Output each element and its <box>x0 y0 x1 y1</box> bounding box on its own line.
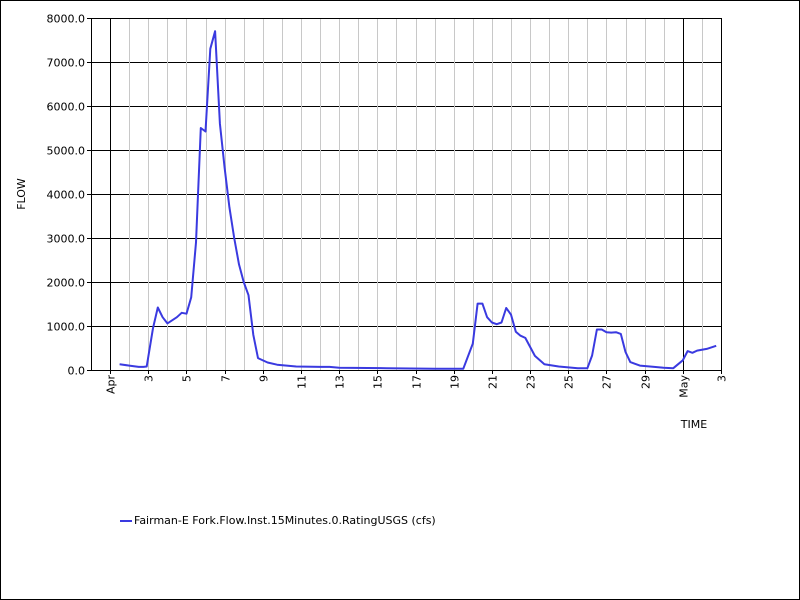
x-tick-label: 3 <box>716 375 729 382</box>
flow-line-chart: 0.0 1000.0 2000.0 3000.0 4000.0 5000.0 6000.0 7… <box>15 13 729 432</box>
x-tick-label: 7 <box>220 375 233 382</box>
y-tick-label: 0.0 <box>68 365 86 378</box>
y-tick-label: 3000.0 <box>47 233 86 246</box>
y-tick-label: 4000.0 <box>47 189 86 202</box>
y-axis-ticks: 0.0 1000.0 2000.0 3000.0 4000.0 5000.0 6000.0 7… <box>47 13 91 378</box>
x-tick-label: 17 <box>411 375 424 389</box>
x-axis-ticks: Apr 3 5 7 9 11 13 15 17 19 21 23 25 27 29 May 3 <box>105 370 729 398</box>
x-tick-label: 11 <box>296 375 309 389</box>
legend: Fairman-E Fork.Flow.Inst.15Minutes.0.Rat… <box>120 514 436 527</box>
x-tick-label: 29 <box>640 375 653 389</box>
y-tick-label: 5000.0 <box>47 145 86 158</box>
y-tick-label: 1000.0 <box>47 321 86 334</box>
y-axis-title: FLOW <box>15 178 28 210</box>
x-tick-label: Apr <box>105 375 118 395</box>
x-tick-label: 9 <box>258 375 271 382</box>
y-tick-label: 6000.0 <box>47 101 86 114</box>
x-axis-title: TIME <box>680 418 707 431</box>
y-tick-label: 2000.0 <box>47 277 86 290</box>
x-tick-label: 5 <box>181 375 194 382</box>
x-tick-label: 13 <box>334 375 347 389</box>
x-tick-label: 15 <box>372 375 385 389</box>
x-tick-label: May <box>678 375 691 398</box>
grid <box>91 18 721 371</box>
y-tick-label: 8000.0 <box>47 13 86 26</box>
x-tick-label: 23 <box>525 375 538 389</box>
x-tick-label: 3 <box>143 375 156 382</box>
legend-label: Fairman-E Fork.Flow.Inst.15Minutes.0.Rat… <box>134 514 436 527</box>
x-tick-label: 27 <box>601 375 614 389</box>
legend-swatch <box>120 519 132 522</box>
y-tick-label: 7000.0 <box>47 57 86 70</box>
x-tick-label: 25 <box>563 375 576 389</box>
x-tick-label: 21 <box>487 375 500 389</box>
x-tick-label: 19 <box>449 375 462 389</box>
